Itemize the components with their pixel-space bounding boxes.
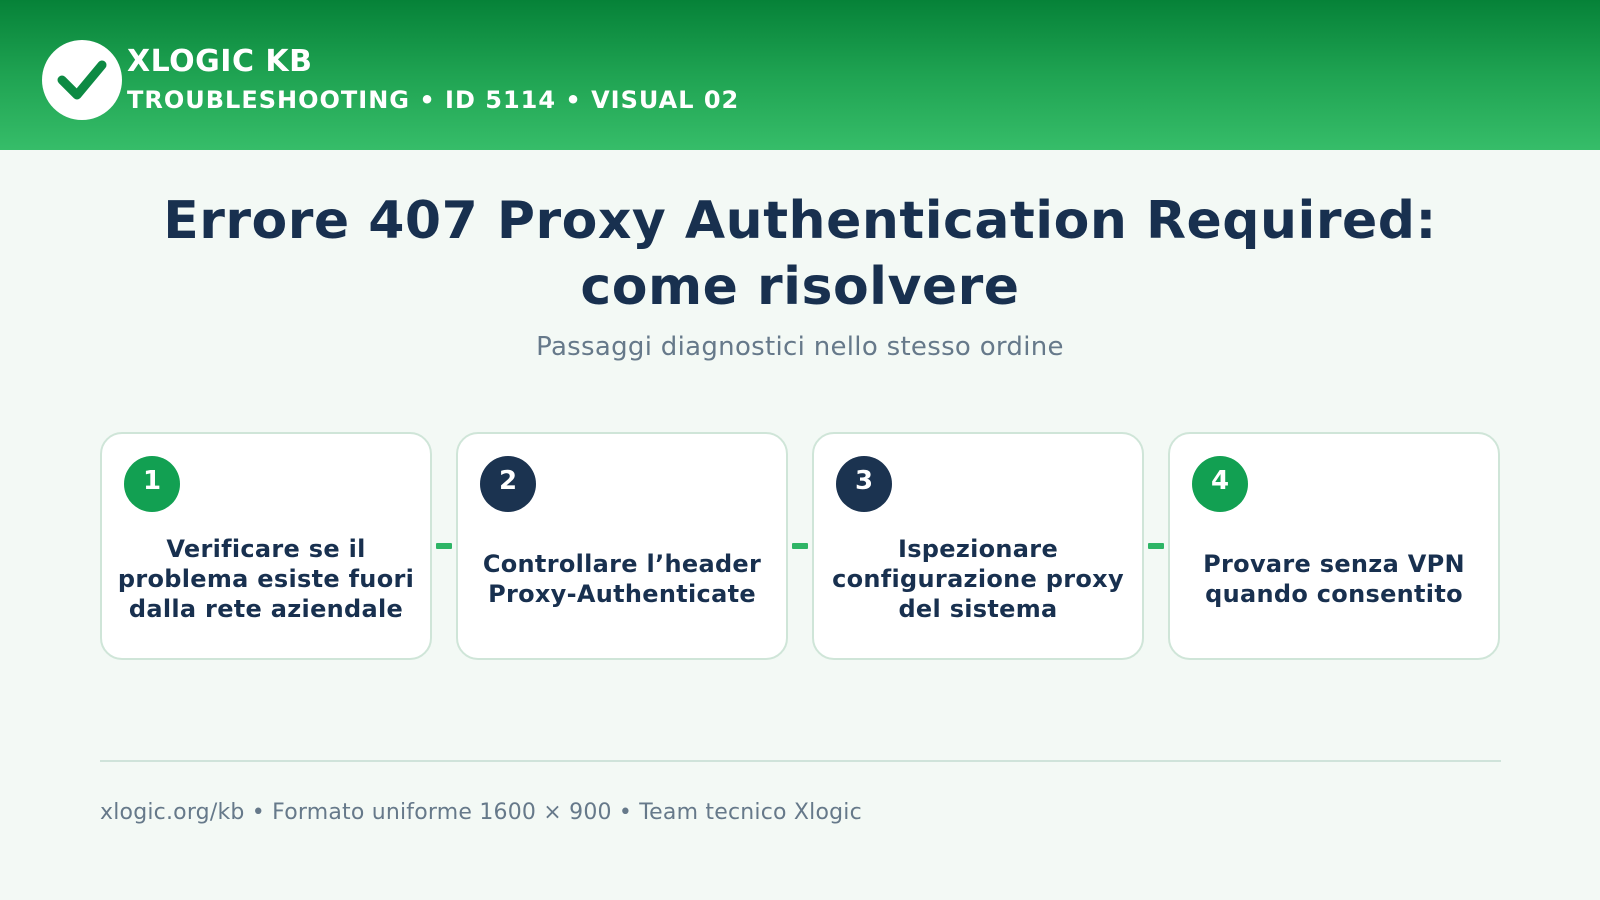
- step-number-badge: 4: [1192, 456, 1248, 512]
- step-connector: [436, 543, 452, 549]
- step-text: Provare senza VPN quando consentito: [1203, 550, 1465, 608]
- page: XLOGIC KB TROUBLESHOOTING • ID 5114 • VI…: [0, 0, 1600, 900]
- step-card-2: 2 Controllare l’header Proxy-Authenticat…: [456, 432, 788, 660]
- step-card-4: 4 Provare senza VPN quando consentito: [1168, 432, 1500, 660]
- step-text: Verificare se il problema esiste fuori d…: [117, 535, 415, 623]
- header-bar: XLOGIC KB TROUBLESHOOTING • ID 5114 • VI…: [0, 0, 1600, 150]
- step-text: Ispezionare configurazione proxy del sis…: [832, 535, 1124, 623]
- step-connector: [1148, 543, 1164, 549]
- footer-text: xlogic.org/kb • Formato uniforme 1600 × …: [100, 800, 862, 825]
- checkmark-icon: [57, 60, 107, 100]
- brand-subtitle: TROUBLESHOOTING • ID 5114 • VISUAL 02: [127, 86, 740, 114]
- logo: [42, 40, 122, 120]
- brand-name: XLOGIC KB: [127, 44, 313, 79]
- step-number-badge: 1: [124, 456, 180, 512]
- step-number-badge: 2: [480, 456, 536, 512]
- step-card-1: 1 Verificare se il problema esiste fuori…: [100, 432, 432, 660]
- step-number-badge: 3: [836, 456, 892, 512]
- page-title: Errore 407 Proxy Authentication Required…: [163, 191, 1437, 317]
- footer-divider: [100, 760, 1501, 762]
- step-card-3: 3 Ispezionare configurazione proxy del s…: [812, 432, 1144, 660]
- page-subtitle: Passaggi diagnostici nello stesso ordine: [536, 332, 1064, 362]
- step-connector: [792, 543, 808, 549]
- step-text: Controllare l’header Proxy-Authenticate: [482, 550, 762, 608]
